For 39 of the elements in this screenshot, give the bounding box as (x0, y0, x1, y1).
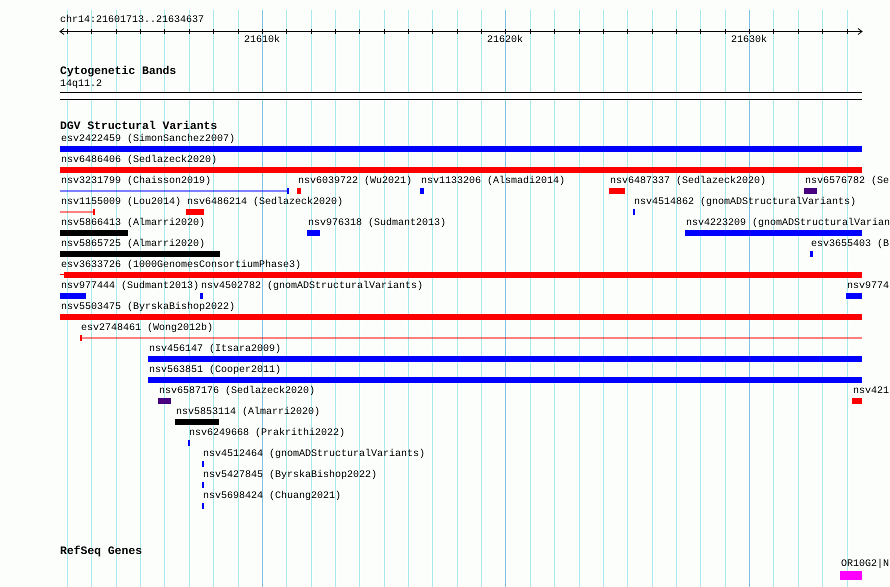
feature-label: nsv3231799 (Chaisson2019) (61, 176, 212, 188)
feature-label: nsv5427845 (ByrskaBishop2022) (203, 470, 378, 482)
feature-label: nsv5866413 (Almarri2020) (61, 218, 206, 230)
feature-label: esv2748461 (Wong2012b) (81, 323, 214, 335)
feature-label: nsv1155009 (Lou2014) (61, 197, 182, 209)
feature-label: nsv5698424 (Chuang2021) (203, 491, 342, 503)
feature-label: nsv1133206 (Alsmadi2014) (421, 176, 566, 188)
track-title: Cytogenetic Bands (60, 66, 176, 79)
feature-label: nsv977444 (Sudmant2013) (61, 281, 200, 293)
feature-label: nsv4514862 (gnomADStructuralVariants) (634, 197, 856, 209)
feature-label: nsv5503475 (ByrskaBishop2022) (61, 302, 236, 314)
feature-label: esv2422459 (SimonSanchez2007) (61, 134, 236, 146)
location-label: chr14:21601713..21634637 (60, 15, 204, 27)
feature-label: nsv6487337 (Sedlazeck2020) (610, 176, 766, 188)
feature-label: nsv6486406 (Sedlazeck2020) (61, 155, 218, 167)
tick-label: 21620k (487, 35, 524, 47)
feature-label: OR10G2|N (841, 559, 890, 571)
feature-label: nsv4512464 (gnomADStructuralVariants) (203, 449, 426, 461)
feature-label: nsv6587176 (Sedlazeck2020) (159, 386, 316, 398)
feature-label: nsv421 (853, 386, 890, 398)
feature-label: nsv563851 (Cooper2011) (149, 365, 282, 377)
feature-label: nsv5865725 (Almarri2020) (61, 239, 206, 251)
feature-label: nsv6576782 (Se (805, 176, 890, 188)
band-label: 14q11.2 (60, 79, 102, 91)
feature-label: nsv976318 (Sudmant2013) (308, 218, 446, 230)
feature-label: nsv6039722 (Wu2021) (298, 176, 412, 188)
feature-label: esv3655403 (B (811, 239, 890, 251)
feature-label: nsv4502782 (gnomADStructuralVariants) (201, 281, 424, 293)
feature-label: nsv6486214 (Sedlazeck2020) (187, 197, 344, 209)
feature-label: nsv6249668 (Prakrithi2022) (189, 428, 346, 440)
tick-label: 21610k (244, 35, 280, 47)
feature-label: nsv5853114 (Almarri2020) (176, 407, 320, 419)
track-title: DGV Structural Variants (60, 121, 218, 134)
feature-label: nsv456147 (Itsara2009) (149, 344, 282, 356)
feature-label: esv3633726 (1000GenomesConsortiumPhase3) (61, 260, 302, 272)
feature-label: nsv9774 (847, 281, 890, 293)
tick-label: 21630k (731, 35, 768, 47)
feature-label: nsv4223209 (gnomADStructuralVarian (686, 218, 890, 230)
track-title: RefSeq Genes (60, 546, 142, 559)
